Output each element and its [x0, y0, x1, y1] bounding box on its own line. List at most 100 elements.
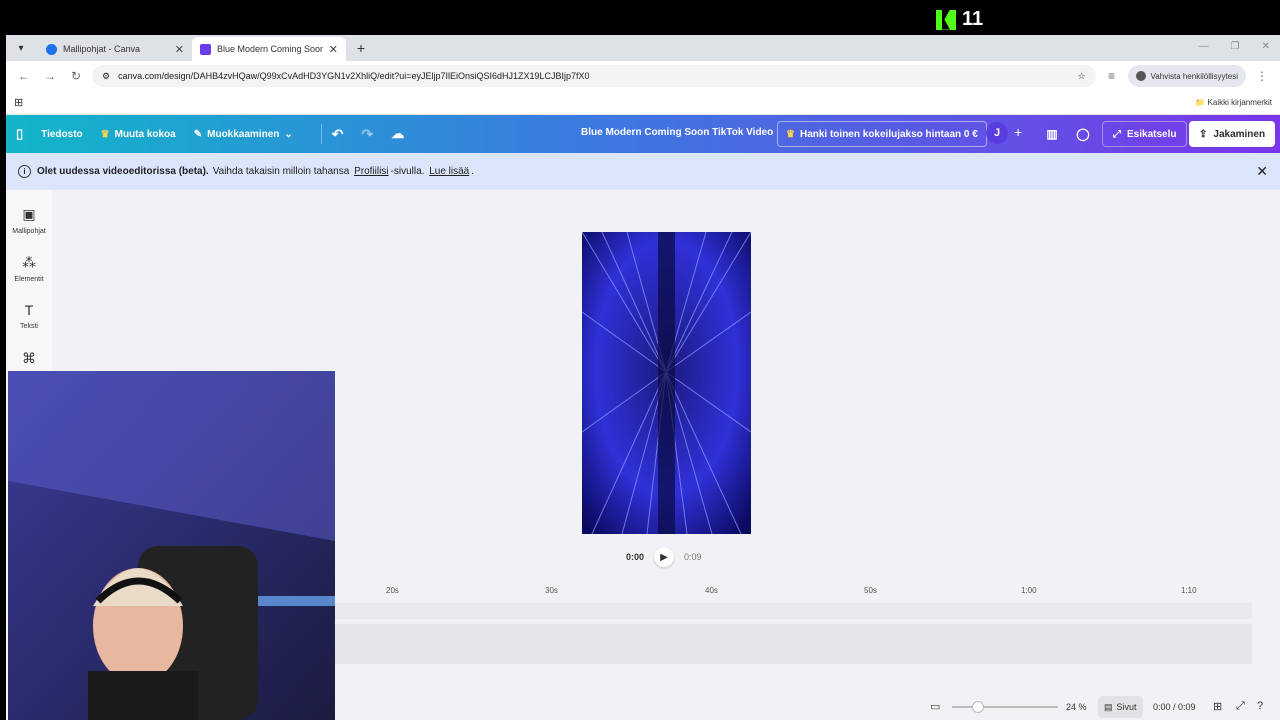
- sidebar-item-brand[interactable]: ⌘: [6, 350, 52, 372]
- preview-button[interactable]: ⤢ Esikatselu: [1102, 121, 1188, 147]
- crown-icon: ♛: [100, 128, 110, 140]
- duration: 0:09: [684, 552, 702, 562]
- zoom-slider-handle[interactable]: [972, 701, 984, 713]
- player-controls: 0:00 ▶ 0:09: [626, 547, 702, 567]
- pages-button[interactable]: ▤ Sivut: [1098, 696, 1143, 718]
- timeline-tick: 30s: [545, 586, 558, 595]
- profile-link[interactable]: Profiilisi: [354, 166, 388, 177]
- all-bookmarks-label: Kaikki kirjanmerkit: [1207, 98, 1272, 107]
- share-label: Jakaminen: [1213, 128, 1266, 140]
- add-collaborator-icon[interactable]: +: [1014, 124, 1022, 140]
- zoom-level[interactable]: 24 %: [1066, 702, 1087, 712]
- minimize-icon[interactable]: —: [1199, 41, 1209, 52]
- new-tab-button[interactable]: +: [350, 37, 372, 59]
- insights-icon[interactable]: ▥: [1040, 121, 1064, 147]
- play-icon[interactable]: ▶: [654, 547, 675, 567]
- timeline-track[interactable]: [334, 603, 1252, 619]
- back-icon[interactable]: ←: [14, 66, 34, 86]
- preview-label: Esikatselu: [1127, 128, 1177, 140]
- zoom-slider[interactable]: [952, 706, 1058, 708]
- profile-button[interactable]: Vahvista henkilöllisyytesi: [1127, 65, 1246, 87]
- pages-label: Sivut: [1116, 702, 1137, 712]
- bookmark-star-icon[interactable]: ☆: [1077, 71, 1085, 82]
- redo-icon[interactable]: ↷: [362, 126, 374, 143]
- profile-avatar-icon: [1135, 71, 1146, 81]
- window-controls: — ❐ ✕: [1199, 41, 1270, 52]
- timeline-tick: 1:10: [1181, 586, 1197, 595]
- sidebar-item-elements[interactable]: ⁂ Elementit: [6, 254, 52, 283]
- undo-icon[interactable]: ↶: [332, 126, 344, 143]
- viewer-count: 11: [962, 8, 984, 30]
- tab-title: Mallipohjat - Canva: [63, 44, 141, 54]
- banner-text: .: [471, 166, 475, 177]
- timeline-tick: 50s: [864, 586, 877, 595]
- close-tab-icon[interactable]: ✕: [175, 43, 184, 56]
- chevron-down-icon: ⌄: [284, 128, 293, 140]
- help-icon[interactable]: ?: [1257, 700, 1263, 712]
- timeline-tick: 40s: [705, 586, 718, 595]
- sidebar-item-text[interactable]: T Teksti: [6, 302, 52, 330]
- fullscreen-icon[interactable]: ⤢: [1236, 700, 1245, 713]
- kick-logo-icon: [936, 9, 956, 30]
- notes-icon[interactable]: ▭: [930, 700, 940, 713]
- forward-icon[interactable]: →: [40, 66, 60, 86]
- reload-icon[interactable]: ↻: [66, 66, 86, 86]
- design-canvas[interactable]: [582, 232, 751, 534]
- expand-icon: ⤢: [1113, 128, 1121, 140]
- url-field[interactable]: ⚙ canva.com/design/DAHB4zvHQaw/Q99xCvAdH…: [92, 65, 1096, 87]
- crown-icon: ♛: [786, 128, 795, 140]
- trial-button[interactable]: ♛ Hanki toinen kokeilujakso hintaan 0 €: [777, 121, 987, 147]
- file-menu[interactable]: Tiedosto: [41, 129, 82, 140]
- edit-mode-label: Muokkaaminen: [207, 128, 280, 140]
- cloud-sync-icon[interactable]: ☁: [391, 126, 404, 142]
- user-avatar[interactable]: J: [986, 122, 1008, 144]
- audio-track[interactable]: [334, 624, 1252, 664]
- bookmarks-bar: ⊞ 📁 Kaikki kirjanmerkit: [6, 91, 1280, 115]
- learn-more-link[interactable]: Lue lisää: [429, 166, 469, 177]
- brand-icon: ⌘: [22, 350, 36, 366]
- pages-icon: ▤: [1104, 701, 1113, 712]
- beta-banner: i Olet uudessa videoeditorissa (beta). V…: [6, 153, 1280, 190]
- edit-mode-menu[interactable]: ✎ Muokkaaminen ⌄: [194, 129, 293, 140]
- tab-bar: ▾ Mallipohjat - Canva ✕ Blue Modern Comi…: [6, 35, 1280, 61]
- pencil-icon: ✎: [193, 128, 203, 140]
- chrome-favicon-icon: [46, 43, 57, 55]
- grid-view-icon[interactable]: ⊞: [1213, 700, 1222, 713]
- current-time: 0:00: [626, 552, 645, 562]
- banner-bold-text: Olet uudessa videoeditorissa (beta).: [37, 166, 209, 177]
- timeline-tick: 1:00: [1021, 586, 1037, 595]
- resize-button[interactable]: ♛ Muuta kokoa: [101, 129, 176, 140]
- webcam-image: [8, 371, 335, 720]
- maximize-icon[interactable]: ❐: [1231, 41, 1240, 52]
- sidebar-item-templates[interactable]: ▣ Mallipohjat: [6, 206, 52, 235]
- video-frame: [582, 232, 751, 534]
- templates-icon: ▣: [22, 206, 36, 222]
- side-panel-toggle-icon[interactable]: ▯: [16, 126, 23, 142]
- timeline-tick: 20s: [386, 586, 399, 595]
- time-readout: 0:00 / 0:09: [1153, 702, 1196, 712]
- all-bookmarks[interactable]: 📁 Kaikki kirjanmerkit: [1195, 98, 1272, 107]
- elements-icon: ⁂: [22, 254, 36, 270]
- close-icon[interactable]: ✕: [1256, 163, 1268, 180]
- apps-grid-icon[interactable]: ⊞: [14, 96, 23, 109]
- trial-label: Hanki toinen kokeilujakso hintaan 0 €: [799, 128, 978, 140]
- tab-design[interactable]: Blue Modern Coming Soon Tik ✕: [192, 37, 346, 61]
- screen: 11 ▾ Mallipohjat - Canva ✕ Blue Modern C…: [0, 0, 1280, 720]
- menu-icon[interactable]: ⋮: [1252, 66, 1272, 86]
- close-tab-icon[interactable]: ✕: [329, 43, 338, 56]
- media-controls-icon[interactable]: ≡: [1102, 66, 1122, 86]
- site-info-icon[interactable]: ⚙: [102, 71, 110, 82]
- tab-mallipohjat[interactable]: Mallipohjat - Canva ✕: [38, 37, 192, 61]
- canva-favicon-icon: [200, 43, 211, 55]
- close-window-icon[interactable]: ✕: [1262, 41, 1270, 52]
- tab-title: Blue Modern Coming Soon Tik: [217, 44, 323, 54]
- share-button[interactable]: ⇪ Jakaminen: [1189, 121, 1276, 147]
- stream-viewer-overlay: 11: [936, 8, 983, 31]
- profile-label: Vahvista henkilöllisyytesi: [1150, 71, 1238, 81]
- webcam-overlay: [8, 371, 335, 720]
- tab-list-button[interactable]: ▾: [10, 37, 32, 59]
- sidebar-item-label: Mallipohjat: [12, 228, 46, 235]
- comment-icon[interactable]: ◯: [1071, 121, 1095, 147]
- design-title[interactable]: Blue Modern Coming Soon TikTok Video: [581, 127, 773, 138]
- divider: [320, 124, 322, 144]
